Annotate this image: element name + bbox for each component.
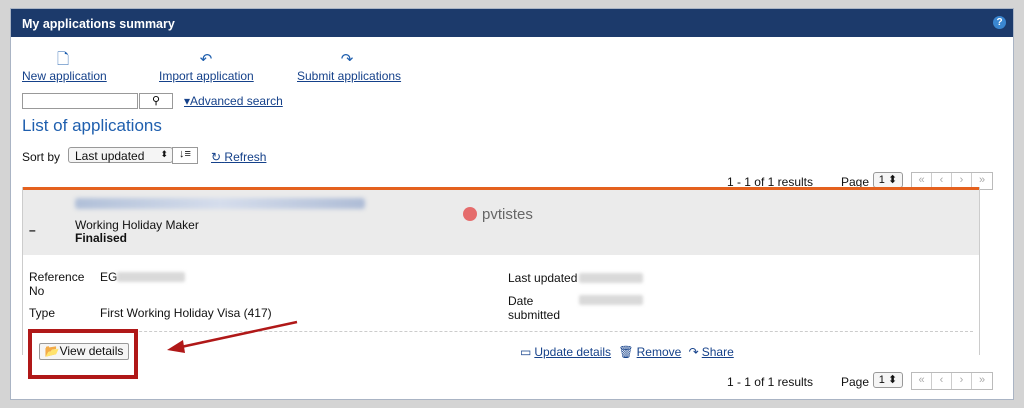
- update-details-link[interactable]: Update details: [534, 345, 611, 359]
- list-title: List of applications: [22, 116, 162, 135]
- import-icon: ↶: [199, 51, 213, 68]
- page-label: Page: [840, 375, 869, 389]
- submit-icon: ↷: [340, 51, 354, 68]
- date-submitted-label: Date submitted: [508, 294, 561, 322]
- help-icon[interactable]: ?: [993, 16, 1006, 29]
- redacted-last-updated: [579, 273, 643, 283]
- results-count: 1 - 1 of 1 results: [726, 375, 813, 389]
- sort-select[interactable]: Last updated ⬍: [68, 147, 173, 163]
- panel-title: My applications summary: [22, 17, 175, 31]
- applications-panel: My applications summary ? 🗋 New applicat…: [10, 8, 1014, 400]
- next-page-icon[interactable]: ›: [952, 373, 972, 389]
- sort-label: Sort by: [22, 150, 61, 164]
- application-card: – Working Holiday Maker Finalised pvtist…: [22, 187, 980, 379]
- pagination-bottom: 1 - 1 of 1 results Page 1 ⬍ « ‹ › »: [727, 372, 993, 390]
- watermark-logo-icon: [463, 207, 477, 221]
- share-link[interactable]: Share: [702, 345, 734, 359]
- annotation-highlight-box: [28, 329, 138, 379]
- trash-icon: 🗑: [618, 345, 634, 359]
- search-button[interactable]: ⚲: [139, 93, 173, 109]
- reference-label: Reference No: [29, 270, 85, 298]
- application-card-header: – Working Holiday Maker Finalised pvtist…: [23, 187, 979, 255]
- panel-header: My applications summary ?: [11, 9, 1013, 37]
- search-icon: ⚲: [151, 95, 161, 107]
- select-arrows-icon: ⬍: [160, 149, 168, 159]
- prev-page-icon[interactable]: ‹: [932, 373, 952, 389]
- submit-applications-link[interactable]: Submit applications: [297, 69, 401, 83]
- visa-type-name: Working Holiday Maker: [75, 218, 199, 232]
- import-application-action[interactable]: ↶ Import application: [159, 51, 254, 83]
- share-icon: ↷: [688, 345, 699, 359]
- first-page-icon[interactable]: «: [912, 373, 932, 389]
- last-updated-label: Last updated: [508, 271, 578, 285]
- remove-link[interactable]: Remove: [637, 345, 682, 359]
- redacted-date-submitted: [579, 295, 643, 305]
- watermark: pvtistes: [463, 206, 533, 223]
- status-badge: Finalised: [75, 231, 128, 245]
- annotation-arrow-icon: [167, 320, 298, 353]
- id-card-icon: ▭: [520, 345, 532, 359]
- import-application-link[interactable]: Import application: [159, 69, 254, 83]
- page-select[interactable]: 1 ⬍: [873, 372, 903, 388]
- submit-applications-action[interactable]: ↷ Submit applications: [297, 51, 401, 83]
- advanced-search-link[interactable]: ▾Advanced search: [184, 94, 283, 108]
- new-application-action[interactable]: 🗋 New application: [22, 51, 107, 83]
- search-input[interactable]: [22, 93, 138, 109]
- collapse-toggle[interactable]: –: [29, 223, 36, 237]
- refresh-icon: ↻: [211, 150, 222, 164]
- type-label: Type: [29, 306, 56, 320]
- page-nav: « ‹ › »: [911, 372, 993, 390]
- page-select[interactable]: 1 ⬍: [873, 172, 903, 188]
- card-actions: ▭ Update details 🗑 Remove ↷ Share: [520, 345, 738, 359]
- refresh-link[interactable]: ↻ Refresh: [211, 150, 266, 164]
- last-page-icon[interactable]: »: [972, 373, 992, 389]
- sort-order-icon: ↓≡: [179, 148, 191, 160]
- reference-value: EG: [100, 270, 186, 284]
- redacted-reference: [117, 272, 186, 282]
- search-bar: ⚲ ▾Advanced search: [22, 93, 283, 109]
- redacted-applicant-name: [75, 198, 365, 209]
- sort-row: Sort by Last updated ⬍ ↓≡ ↻ Refresh: [22, 147, 1002, 167]
- new-document-icon: 🗋: [56, 51, 70, 68]
- new-application-link[interactable]: New application: [22, 69, 107, 83]
- sort-direction-button[interactable]: ↓≡: [172, 147, 198, 164]
